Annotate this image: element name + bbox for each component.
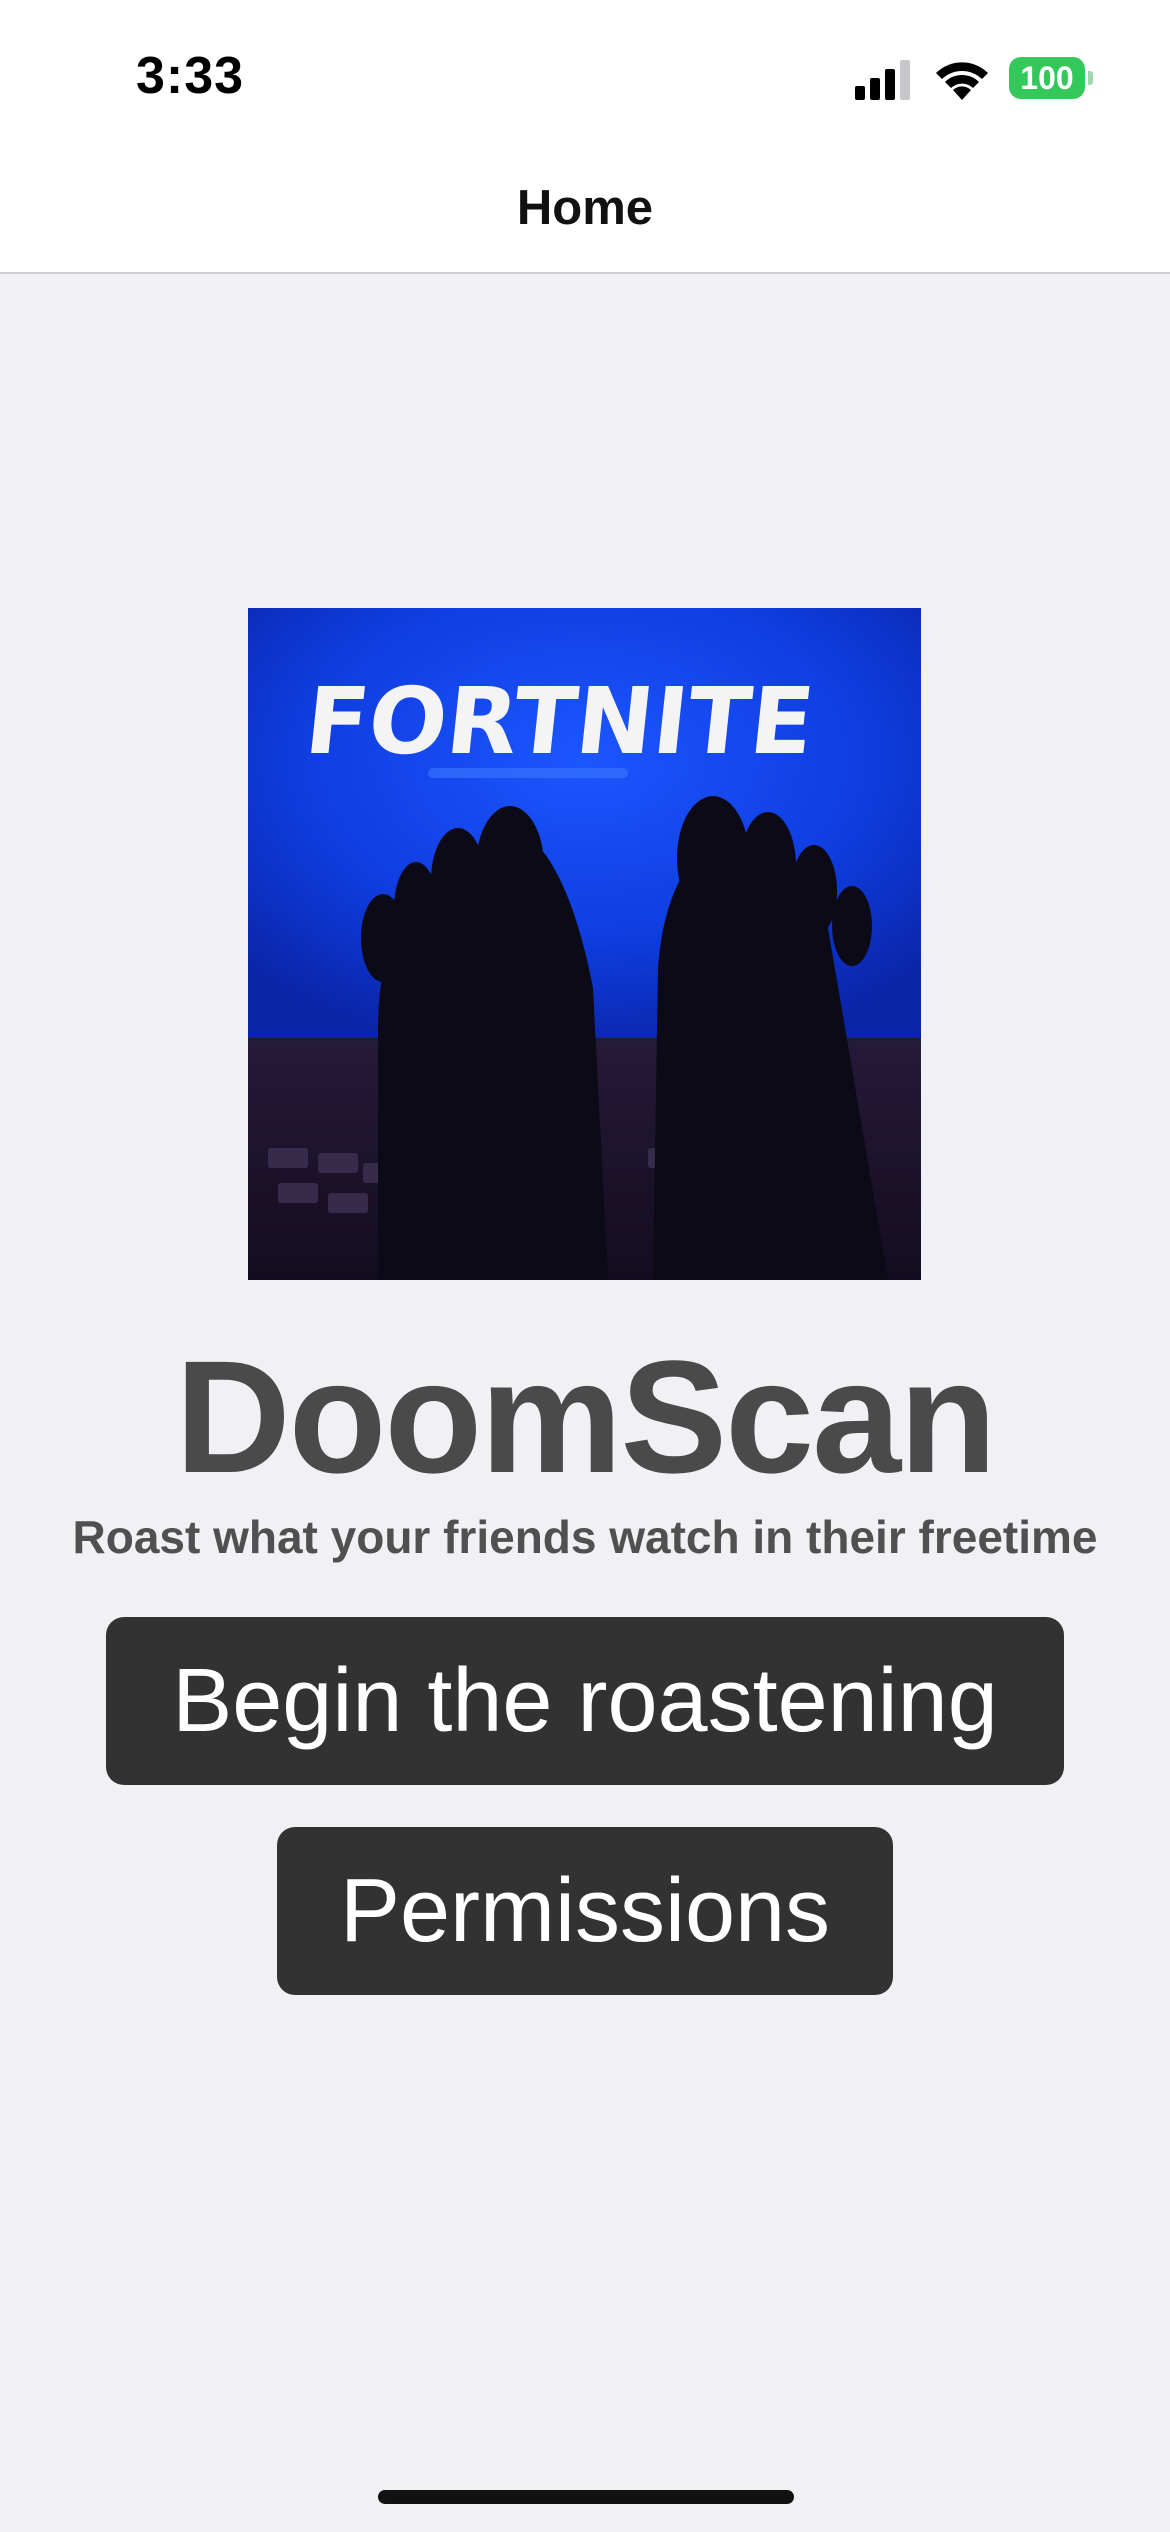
navigation-bar: Home bbox=[0, 150, 1170, 274]
hero-photo: FORTNITE bbox=[248, 608, 921, 1280]
status-time: 3:33 bbox=[136, 47, 245, 105]
battery-tip bbox=[1088, 71, 1093, 85]
nav-title: Home bbox=[516, 181, 654, 235]
wifi-icon bbox=[936, 62, 988, 100]
begin-roastening-button[interactable]: Begin the roastening bbox=[106, 1617, 1064, 1785]
cellular-signal-icon bbox=[855, 60, 910, 100]
permissions-button[interactable]: Permissions bbox=[277, 1827, 893, 1995]
home-indicator[interactable] bbox=[378, 2490, 794, 2504]
hero-image-text: FORTNITE bbox=[300, 667, 819, 775]
status-bar: 3:33 100 bbox=[0, 0, 1170, 150]
battery-level: 100 bbox=[1009, 57, 1085, 99]
hero-photo-illustration: FORTNITE bbox=[248, 608, 921, 1280]
battery-icon: 100 bbox=[1009, 57, 1093, 99]
app-tagline: Roast what your friends watch in their f… bbox=[72, 1511, 1098, 1563]
app-title: DoomScan bbox=[175, 1327, 997, 1506]
